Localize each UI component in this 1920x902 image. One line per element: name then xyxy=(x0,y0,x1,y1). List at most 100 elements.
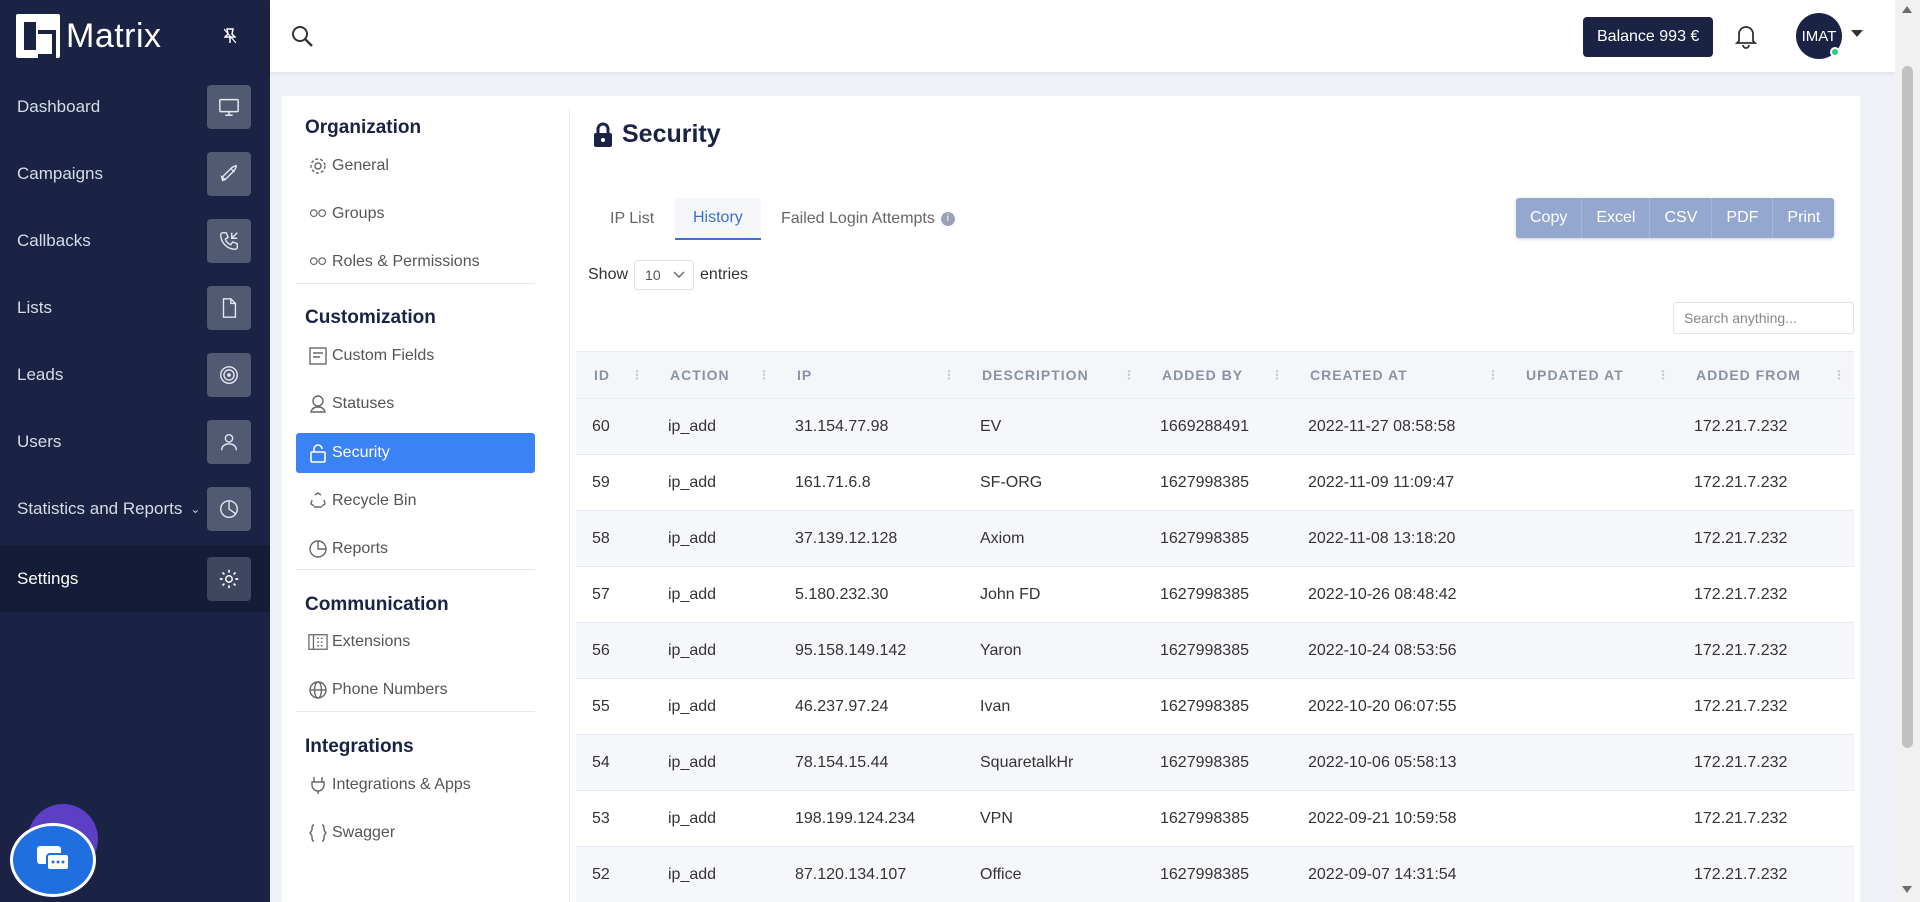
column-header-id[interactable]: ID xyxy=(576,352,652,398)
nav-item-callbacks[interactable]: Callbacks xyxy=(0,207,270,274)
pin-icon[interactable] xyxy=(224,28,236,44)
table-cell: 172.21.7.232 xyxy=(1694,865,1788,883)
table-cell: Office xyxy=(980,865,1022,883)
nav-item-statistics-and-reports[interactable]: Statistics and Reports ⌄ xyxy=(0,475,270,542)
table-body: 60 ip_add 31.154.77.98 EV 1669288491 2022-11-… xyxy=(576,399,1854,902)
scroll-up-arrow-icon[interactable] xyxy=(1902,6,1912,13)
table-cell: 172.21.7.232 xyxy=(1694,809,1788,827)
table-cell: 60 xyxy=(592,417,610,435)
table-row[interactable]: 58 ip_add 37.139.12.128 Axiom 1627998385 2022… xyxy=(576,511,1854,567)
copy-button[interactable]: Copy xyxy=(1516,198,1583,238)
export-button-group: Copy Excel CSV PDF Print xyxy=(1516,198,1835,238)
csv-button[interactable]: CSV xyxy=(1650,198,1713,238)
table-cell: ip_add xyxy=(668,865,717,883)
target-icon xyxy=(207,352,251,397)
groups-gear-icon xyxy=(309,209,327,218)
table-cell xyxy=(1508,511,1678,566)
scroll-down-arrow-icon[interactable] xyxy=(1902,886,1912,893)
nav-item-leads[interactable]: Leads xyxy=(0,341,270,408)
monitor-icon xyxy=(207,84,251,129)
column-header-added-from[interactable]: ADDED FROM xyxy=(1678,352,1854,398)
entries-select-value: 10 xyxy=(645,267,661,283)
table-row[interactable]: 56 ip_add 95.158.149.142 Yaron 1627998385 202… xyxy=(576,623,1854,679)
column-header-ip[interactable]: IP xyxy=(779,352,964,398)
table-cell: 58 xyxy=(592,529,610,547)
table-row[interactable]: 57 ip_add 5.180.232.30 John FD 1627998385 202… xyxy=(576,567,1854,623)
nav-item-campaigns[interactable]: Campaigns xyxy=(0,140,270,207)
submenu-item-label: Roles & Permissions xyxy=(332,253,480,270)
excel-button[interactable]: Excel xyxy=(1582,198,1651,238)
table-row[interactable]: 52 ip_add 87.120.134.107 Office 1627998385 20… xyxy=(576,847,1854,902)
table-cell: 2022-11-27 08:58:58 xyxy=(1308,417,1456,435)
submenu-item-groups[interactable]: Groups xyxy=(296,194,535,234)
table-cell: Axiom xyxy=(980,529,1025,547)
table-cell: 57 xyxy=(592,585,610,603)
column-header-created-at[interactable]: CREATED AT xyxy=(1292,352,1508,398)
tab-ip-list[interactable]: IP List xyxy=(592,198,672,240)
submenu-item-phone-numbers[interactable]: Phone Numbers xyxy=(296,670,535,710)
submenu-item-reports[interactable]: Reports xyxy=(296,529,535,569)
table-cell: Ivan xyxy=(980,697,1011,715)
submenu-item-custom-fields[interactable]: Custom Fields xyxy=(296,336,535,376)
tab-failed-login-attempts[interactable]: Failed Login Attempts i xyxy=(763,198,973,240)
phone-callback-icon xyxy=(207,218,251,263)
pdf-button[interactable]: PDF xyxy=(1712,198,1774,238)
column-header-updated-at[interactable]: UPDATED AT xyxy=(1508,352,1678,398)
table-row[interactable]: 59 ip_add 161.71.6.8 SF-ORG 1627998385 2022-1… xyxy=(576,455,1854,511)
column-header-action[interactable]: ACTION xyxy=(652,352,779,398)
table-cell: 1627998385 xyxy=(1160,473,1249,491)
table-row[interactable]: 54 ip_add 78.154.15.44 SquaretalkHr 16279983… xyxy=(576,735,1854,791)
column-header-description[interactable]: DESCRIPTION xyxy=(964,352,1144,398)
table-cell: 46.237.97.24 xyxy=(795,697,889,715)
tab-history[interactable]: History xyxy=(675,198,761,240)
submenu-item-label: General xyxy=(332,157,389,174)
nav-item-label: Statistics and Reports xyxy=(17,498,183,518)
keypad-icon xyxy=(308,634,328,650)
show-entries-control: Show 10 entries xyxy=(588,260,748,290)
nav-item-dashboard[interactable]: Dashboard xyxy=(0,73,270,140)
submenu-item-roles-permissions[interactable]: Roles & Permissions xyxy=(296,242,535,282)
scroll-thumb[interactable] xyxy=(1902,66,1913,748)
entries-per-page-select[interactable]: 10 xyxy=(634,260,695,290)
submenu-item-security[interactable]: Security xyxy=(296,433,535,473)
table-cell: 172.21.7.232 xyxy=(1694,641,1788,659)
column-header-added-by[interactable]: ADDED BY xyxy=(1144,352,1292,398)
bell-icon[interactable] xyxy=(1734,23,1758,49)
print-button[interactable]: Print xyxy=(1773,198,1834,238)
table-row[interactable]: 60 ip_add 31.154.77.98 EV 1669288491 2022-11-… xyxy=(576,399,1854,455)
balance-button[interactable]: Balance 993 € xyxy=(1583,17,1714,57)
chat-launcher-button[interactable] xyxy=(10,823,96,897)
submenu-item-recycle-bin[interactable]: Recycle Bin xyxy=(296,481,535,521)
table-cell: 172.21.7.232 xyxy=(1694,529,1788,547)
table-cell xyxy=(1508,455,1678,510)
nav-item-settings[interactable]: Settings xyxy=(0,545,270,612)
table-cell: 1627998385 xyxy=(1160,641,1249,659)
submenu-item-extensions[interactable]: Extensions xyxy=(296,622,535,662)
page-scrollbar[interactable] xyxy=(1895,0,1920,902)
submenu-section-customization: Customization xyxy=(305,307,436,328)
submenu-item-swagger[interactable]: Swagger xyxy=(296,813,535,853)
info-icon[interactable]: i xyxy=(940,212,955,226)
submenu-item-general[interactable]: General xyxy=(296,146,535,186)
table-search-input[interactable]: Search anything... xyxy=(1673,302,1854,334)
nav-item-label: Users xyxy=(17,431,62,451)
caret-down-icon[interactable] xyxy=(1851,30,1863,37)
nav-item-users[interactable]: Users xyxy=(0,408,270,475)
table-cell: 172.21.7.232 xyxy=(1694,585,1788,603)
submenu-section-organization: Organization xyxy=(305,117,422,138)
nav-item-lists[interactable]: Lists xyxy=(0,274,270,341)
submenu-item-label: Groups xyxy=(332,205,385,222)
table-cell: 2022-11-09 11:09:47 xyxy=(1308,473,1455,491)
submenu-item-label: Statuses xyxy=(332,395,395,412)
table-row[interactable]: 53 ip_add 198.199.124.234 VPN 1627998385 2022… xyxy=(576,791,1854,847)
submenu-divider xyxy=(296,569,535,570)
table-cell: 161.71.6.8 xyxy=(795,473,871,491)
submenu-item-statuses[interactable]: Statuses xyxy=(296,384,535,424)
submenu-item-integrations-apps[interactable]: Integrations & Apps xyxy=(296,765,535,805)
table-row[interactable]: 55 ip_add 46.237.97.24 Ivan 1627998385 2022-1… xyxy=(576,679,1854,735)
roles-gear-icon xyxy=(309,257,327,266)
page-title: Security xyxy=(592,120,721,149)
search-icon[interactable] xyxy=(290,24,314,48)
table-cell: ip_add xyxy=(668,641,717,659)
table-cell xyxy=(1508,399,1678,454)
